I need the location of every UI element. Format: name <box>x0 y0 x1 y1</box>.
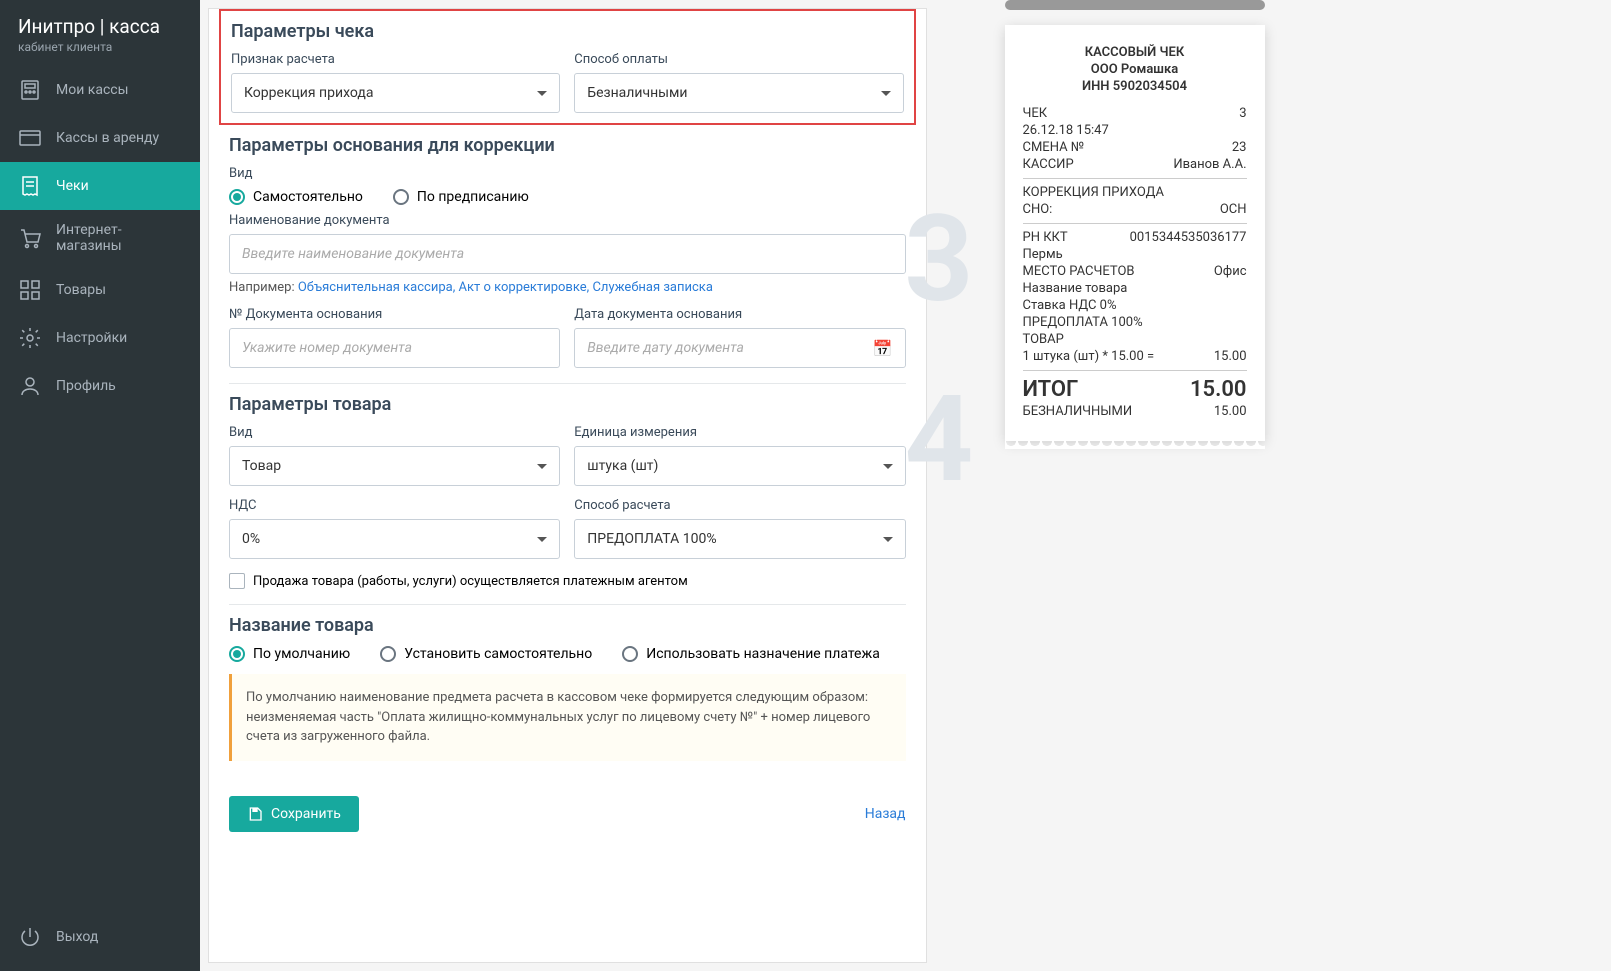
radio-custom[interactable]: Установить самостоятельно <box>380 646 592 662</box>
section-title: Параметры чека <box>231 21 904 42</box>
back-link[interactable]: Назад <box>865 806 906 822</box>
select-calc-sign[interactable]: Коррекция прихода <box>231 73 560 113</box>
nav: Мои кассы Кассы в аренду Чеки Интернет-м… <box>0 66 200 913</box>
section-title: Название товара <box>229 615 906 636</box>
field-label: Вид <box>229 425 560 440</box>
logo: Инитпро | касса кабинет клиента <box>0 0 200 66</box>
receipt-company: ООО Ромашка <box>1023 62 1247 79</box>
select-payment-method[interactable]: Безналичными <box>574 73 903 113</box>
logo-subtitle: кабинет клиента <box>18 40 182 54</box>
radio-self[interactable]: Самостоятельно <box>229 189 363 205</box>
chevron-down-icon <box>537 464 547 469</box>
receipt-preview-area: 3 4 КАССОВЫЙ ЧЕК ООО Ромашка ИНН 5902034… <box>935 0 1611 971</box>
nav-shops[interactable]: Интернет-магазины <box>0 210 200 266</box>
field-label: Способ расчета <box>574 498 905 513</box>
input-doc-number[interactable] <box>229 328 560 368</box>
input-doc-name[interactable] <box>229 234 906 274</box>
logo-title: Инитпро | касса <box>18 15 182 38</box>
register-icon <box>18 78 42 102</box>
hint-examples: Например: Объяснительная кассира, Акт о … <box>229 280 906 295</box>
info-box: По умолчанию наименование предмета расче… <box>229 674 906 761</box>
nav-rent[interactable]: Кассы в аренду <box>0 114 200 162</box>
field-label: Признак расчета <box>231 52 560 67</box>
select-calc-method[interactable]: ПРЕДОПЛАТА 100% <box>574 519 905 559</box>
nav-label: Мои кассы <box>56 82 128 98</box>
section-check-params: Параметры чека Признак расчета Коррекция… <box>219 9 916 125</box>
power-icon <box>18 925 42 949</box>
chevron-down-icon <box>537 537 547 542</box>
nav-label: Выход <box>56 929 98 945</box>
nav-goods[interactable]: Товары <box>0 266 200 314</box>
nav-label: Товары <box>56 282 106 298</box>
cart-icon <box>18 226 42 250</box>
select-unit[interactable]: штука (шт) <box>574 446 905 486</box>
calendar-icon: 📅 <box>873 339 893 358</box>
step-number-4: 4 <box>905 380 974 500</box>
select-product-type[interactable]: Товар <box>229 446 560 486</box>
field-label: НДС <box>229 498 560 513</box>
receipt-icon <box>18 174 42 198</box>
field-label: Единица измерения <box>574 425 905 440</box>
nav-settings[interactable]: Настройки <box>0 314 200 362</box>
grid-icon <box>18 278 42 302</box>
radio-purpose[interactable]: Использовать назначение платежа <box>622 646 880 662</box>
nav-checks[interactable]: Чеки <box>0 162 200 210</box>
nav-label: Чеки <box>56 178 89 194</box>
browser-icon <box>18 126 42 150</box>
nav-label: Интернет-магазины <box>56 222 182 254</box>
input-doc-date[interactable]: Введите дату документа📅 <box>574 328 905 368</box>
section-correction-basis: Параметры основания для коррекции Вид Са… <box>229 125 906 384</box>
nav-exit[interactable]: Выход <box>0 913 200 961</box>
section-title: Параметры товара <box>229 394 906 415</box>
step-number-3: 3 <box>905 200 974 320</box>
field-label: № Документа основания <box>229 307 560 322</box>
main-form: Параметры чека Признак расчета Коррекция… <box>208 8 927 963</box>
section-product-params: Параметры товара Вид Товар Единица измер… <box>229 384 906 605</box>
nav-label: Настройки <box>56 330 127 346</box>
chevron-down-icon <box>883 537 893 542</box>
form-footer: Сохранить Назад <box>229 776 906 842</box>
hint-link[interactable]: Объяснительная кассира, Акт о корректиро… <box>298 280 713 295</box>
save-button[interactable]: Сохранить <box>229 796 359 832</box>
receipt-preview: КАССОВЫЙ ЧЕК ООО Ромашка ИНН 5902034504 … <box>1005 25 1265 441</box>
checkbox-agent[interactable]: Продажа товара (работы, услуги) осуществ… <box>229 573 906 589</box>
chevron-down-icon <box>881 91 891 96</box>
nav-label: Профиль <box>56 378 116 394</box>
section-title: Параметры основания для коррекции <box>229 135 906 156</box>
sidebar: Инитпро | касса кабинет клиента Мои касс… <box>0 0 200 971</box>
field-label: Дата документа основания <box>574 307 905 322</box>
section-product-name: Название товара По умолчанию Установить … <box>229 605 906 776</box>
field-label: Вид <box>229 166 906 181</box>
radio-default[interactable]: По умолчанию <box>229 646 350 662</box>
checkbox-icon <box>229 573 245 589</box>
save-icon <box>247 806 263 822</box>
user-icon <box>18 374 42 398</box>
gear-icon <box>18 326 42 350</box>
receipt-title: КАССОВЫЙ ЧЕК <box>1023 45 1247 62</box>
receipt-inn: ИНН 5902034504 <box>1023 79 1247 96</box>
radio-prescription[interactable]: По предписанию <box>393 189 529 205</box>
nav-profile[interactable]: Профиль <box>0 362 200 410</box>
chevron-down-icon <box>883 464 893 469</box>
field-label: Наименование документа <box>229 213 906 228</box>
nav-label: Кассы в аренду <box>56 130 159 146</box>
receipt-top-bar <box>1005 0 1265 10</box>
field-label: Способ оплаты <box>574 52 903 67</box>
chevron-down-icon <box>537 91 547 96</box>
nav-my-kassy[interactable]: Мои кассы <box>0 66 200 114</box>
select-nds[interactable]: 0% <box>229 519 560 559</box>
